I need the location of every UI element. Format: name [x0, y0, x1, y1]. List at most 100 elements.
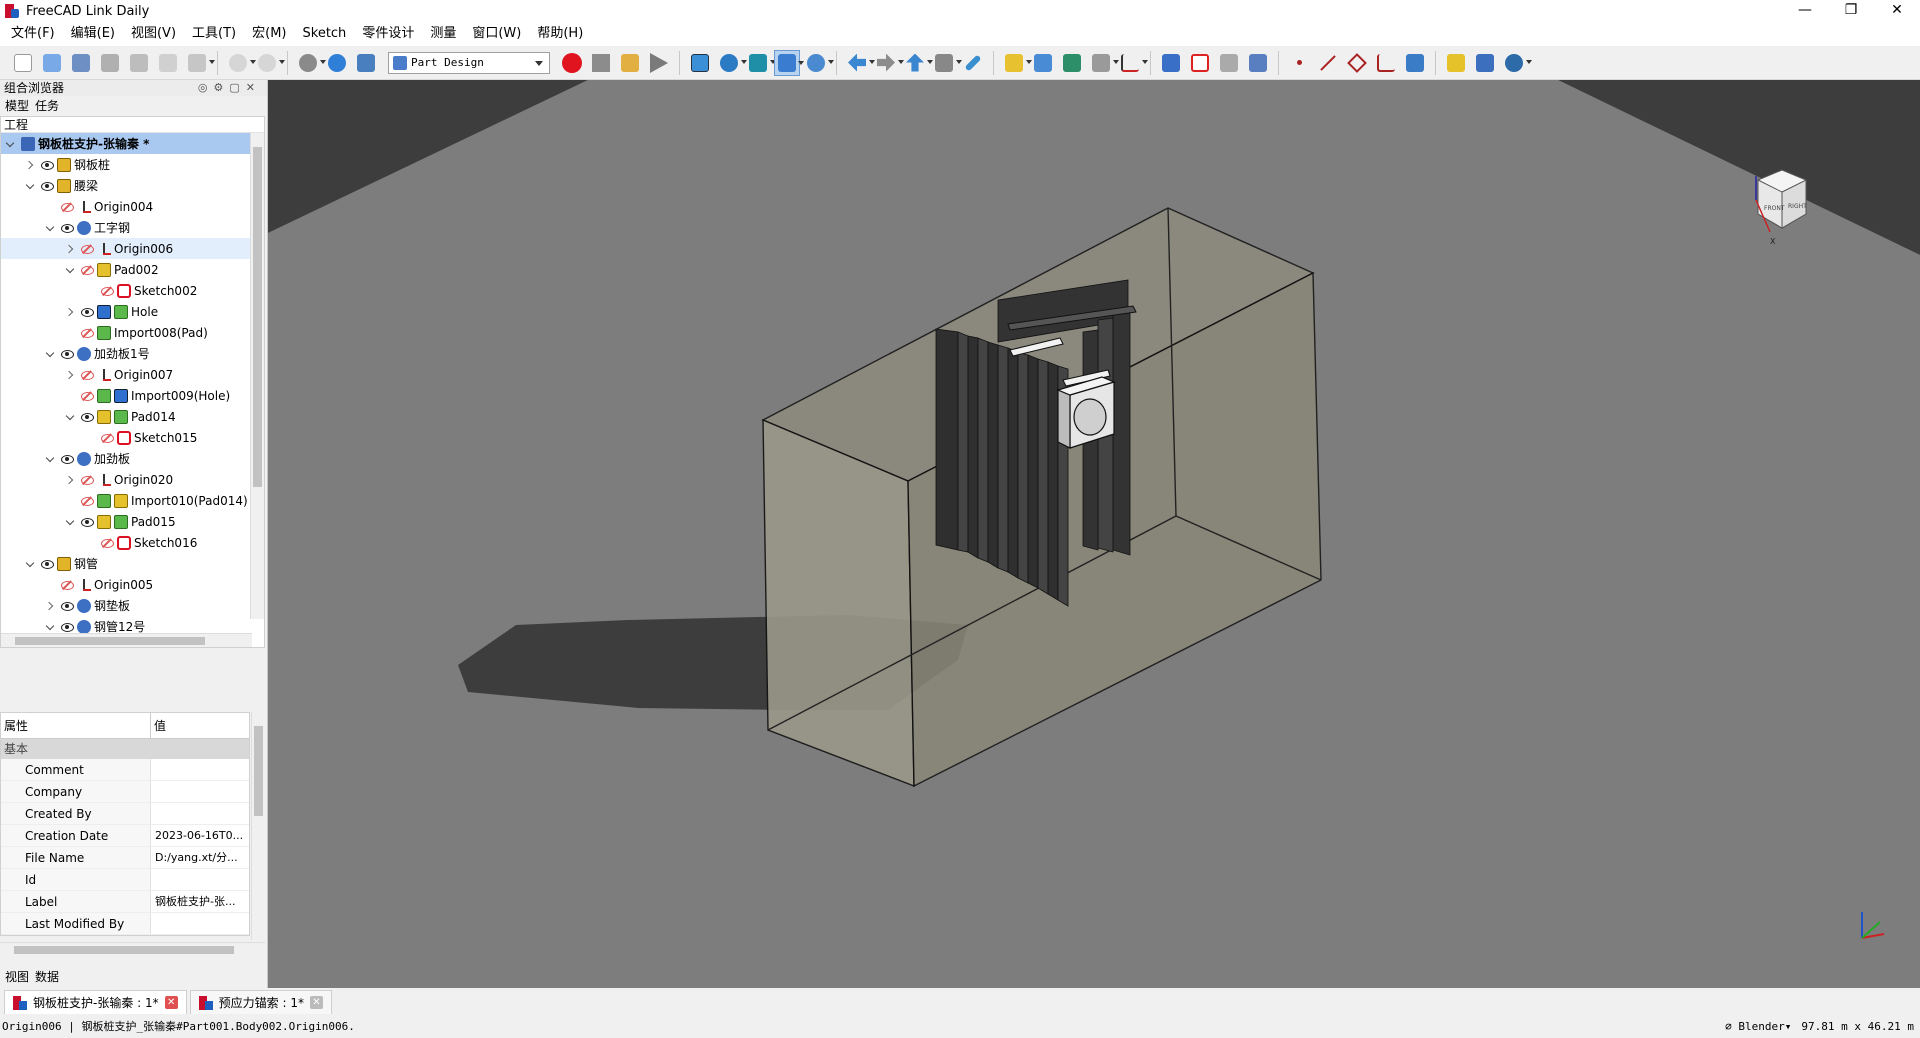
property-row[interactable]: Id — [1, 869, 249, 891]
menu-edit[interactable]: 编辑(E) — [63, 22, 123, 46]
hidden-eye-icon[interactable] — [101, 286, 114, 296]
visible-eye-icon[interactable] — [41, 559, 54, 569]
datum-icon[interactable] — [1117, 50, 1148, 76]
tree-item[interactable]: 钢板桩支护-张输秦 * — [1, 133, 264, 154]
save-icon[interactable] — [68, 50, 94, 76]
minimize-button[interactable]: — — [1782, 0, 1828, 22]
visible-eye-icon[interactable] — [61, 622, 74, 632]
tree-item[interactable]: Origin004 — [1, 196, 264, 217]
collapse-arrow-icon[interactable] — [45, 600, 57, 612]
visible-eye-icon[interactable] — [61, 601, 74, 611]
property-scrollbar[interactable] — [251, 712, 265, 940]
visible-eye-icon[interactable] — [41, 181, 54, 191]
tree-item[interactable]: Hole — [1, 301, 264, 322]
redo-icon[interactable] — [254, 50, 285, 76]
macro-play-icon[interactable] — [646, 50, 672, 76]
visible-eye-icon[interactable] — [81, 412, 94, 422]
undo-icon[interactable] — [225, 50, 256, 76]
close-button[interactable]: ✕ — [1874, 0, 1920, 22]
menu-view[interactable]: 视图(V) — [123, 22, 184, 46]
paste-icon[interactable] — [184, 50, 215, 76]
cut-icon[interactable] — [126, 50, 152, 76]
expand-arrow-icon[interactable] — [45, 621, 57, 633]
expand-arrow-icon[interactable] — [65, 516, 77, 528]
menu-window[interactable]: 窗口(W) — [464, 22, 529, 46]
hidden-eye-icon[interactable] — [101, 433, 114, 443]
tree-item[interactable]: Pad015 — [1, 511, 264, 532]
whats-this-icon[interactable] — [353, 50, 379, 76]
property-row[interactable]: Last Modified By — [1, 913, 249, 935]
validate-sketch-icon[interactable] — [1245, 50, 1271, 76]
menu-macro[interactable]: 宏(M) — [244, 22, 294, 46]
menu-part-design[interactable]: 零件设计 — [354, 22, 422, 46]
expand-arrow-icon[interactable] — [45, 348, 57, 360]
datum-plane-icon[interactable] — [1344, 50, 1370, 76]
nav-style-selector[interactable]: ⌀ Blender▾ — [1725, 1020, 1791, 1033]
refresh-check-icon[interactable] — [295, 50, 326, 76]
hidden-eye-icon[interactable] — [61, 580, 74, 590]
draw-style-icon[interactable] — [745, 50, 776, 76]
tree-item[interactable]: Import009(Hole) — [1, 385, 264, 406]
visible-eye-icon[interactable] — [61, 454, 74, 464]
tab-model[interactable]: 模型 — [2, 97, 32, 114]
recompute-icon[interactable] — [324, 50, 350, 76]
pad-icon[interactable] — [1443, 50, 1469, 76]
tree-item[interactable]: 腰梁 — [1, 175, 264, 196]
macro-edit-icon[interactable] — [617, 50, 643, 76]
property-value[interactable] — [151, 869, 249, 890]
menu-file[interactable]: 文件(F) — [3, 22, 63, 46]
tree-item[interactable]: Pad002 — [1, 259, 264, 280]
visible-eye-icon[interactable] — [41, 160, 54, 170]
panel-controls[interactable]: ◎⚙▢✕ — [198, 80, 261, 96]
expand-arrow-icon[interactable] — [65, 411, 77, 423]
tree-item[interactable]: 加劲板1号 — [1, 343, 264, 364]
box-view-icon[interactable] — [931, 50, 962, 76]
make-link-icon[interactable] — [1059, 50, 1085, 76]
save-as-icon[interactable] — [97, 50, 123, 76]
hidden-eye-icon[interactable] — [81, 370, 94, 380]
model-tree[interactable]: 工程 钢板桩支护-张输秦 * 钢板桩 腰梁 Origin004 工字钢 Origin006… — [0, 116, 265, 648]
create-group-icon[interactable] — [1030, 50, 1056, 76]
workbench-selector[interactable]: Part Design — [388, 51, 550, 74]
inspect-icon[interactable] — [1501, 50, 1532, 76]
property-row[interactable]: File Name D:/yang.xt/分... — [1, 847, 249, 869]
close-tab-icon[interactable]: ✕ — [164, 996, 178, 1009]
expand-arrow-icon[interactable] — [25, 180, 37, 192]
property-row[interactable]: Comment — [1, 759, 249, 781]
tree-item[interactable]: Import010(Pad014) — [1, 490, 264, 511]
tree-item[interactable]: Origin007 — [1, 364, 264, 385]
datum-line-icon[interactable] — [1315, 50, 1341, 76]
tree-item[interactable]: 钢垫板 — [1, 595, 264, 616]
visible-eye-icon[interactable] — [81, 517, 94, 527]
link-actions-icon[interactable] — [1088, 50, 1119, 76]
nav-back-icon[interactable] — [844, 50, 875, 76]
close-tab-icon[interactable]: ✕ — [309, 996, 323, 1009]
property-value[interactable] — [151, 913, 249, 934]
maximize-button[interactable]: ❐ — [1828, 0, 1874, 22]
tree-item[interactable]: 钢板桩 — [1, 154, 264, 175]
hidden-eye-icon[interactable] — [101, 538, 114, 548]
expand-arrow-icon[interactable] — [5, 138, 17, 150]
tree-item[interactable]: Import008(Pad) — [1, 322, 264, 343]
property-value[interactable] — [151, 803, 249, 824]
tree-item[interactable]: Pad014 — [1, 406, 264, 427]
tree-item[interactable]: Sketch016 — [1, 532, 264, 553]
new-file-icon[interactable] — [10, 50, 36, 76]
tree-item[interactable]: Sketch015 — [1, 427, 264, 448]
std-view-icon[interactable] — [774, 49, 804, 76]
property-value[interactable] — [151, 759, 249, 780]
assembly-icon[interactable] — [1472, 50, 1498, 76]
visible-eye-icon[interactable] — [61, 223, 74, 233]
attach-sketch-icon[interactable] — [1216, 50, 1242, 76]
macro-stop-icon[interactable] — [588, 50, 614, 76]
tree-item[interactable]: 钢管 — [1, 553, 264, 574]
create-sketch-icon[interactable] — [1187, 50, 1213, 76]
hidden-eye-icon[interactable] — [81, 328, 94, 338]
tree-vertical-scrollbar[interactable] — [250, 133, 264, 619]
visible-eye-icon[interactable] — [81, 307, 94, 317]
expand-arrow-icon[interactable] — [45, 453, 57, 465]
macro-record-icon[interactable] — [559, 50, 585, 76]
selection-zoom-icon[interactable] — [803, 50, 834, 76]
hidden-eye-icon[interactable] — [61, 202, 74, 212]
property-row[interactable]: Company — [1, 781, 249, 803]
